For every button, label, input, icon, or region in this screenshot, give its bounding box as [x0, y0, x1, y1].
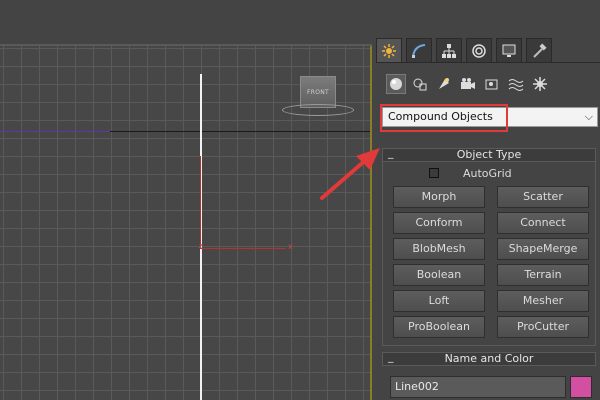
- tabs-baseline: [376, 62, 600, 63]
- cameras-category[interactable]: [458, 74, 478, 94]
- procutter-button[interactable]: ProCutter: [497, 316, 589, 338]
- chevron-down-icon: ⌵: [584, 110, 593, 123]
- modify-curve-icon: [412, 43, 426, 58]
- gizmo-label-x: x: [288, 242, 293, 251]
- autogrid-label: AutoGrid: [463, 167, 512, 180]
- collapse-icon: _: [388, 350, 394, 363]
- command-panel: Compound Objects ⌵ _ Object Type AutoGri…: [372, 30, 600, 400]
- annotation-arrow-icon: [320, 148, 380, 200]
- object-color-swatch[interactable]: [570, 376, 592, 398]
- annotation-highlight-box: [380, 104, 508, 132]
- motion-tab[interactable]: [466, 38, 492, 62]
- front-viewport[interactable]: z x FRONT: [0, 46, 372, 400]
- mesher-button[interactable]: Mesher: [497, 290, 589, 312]
- name-and-color-title: Name and Color: [444, 352, 534, 365]
- hierarchy-icon: [442, 43, 456, 58]
- gizmo-horizontal-line: [200, 248, 286, 249]
- motion-icon: [472, 43, 486, 58]
- proboolean-button[interactable]: ProBoolean: [393, 316, 485, 338]
- viewcube-ring[interactable]: [282, 104, 354, 116]
- geometry-sphere-icon: [390, 78, 402, 90]
- loft-button[interactable]: Loft: [393, 290, 485, 312]
- display-icon: [502, 44, 516, 57]
- object-type-rollout-header[interactable]: _ Object Type: [382, 146, 596, 162]
- utilities-tab[interactable]: [526, 38, 552, 62]
- space-warps-category[interactable]: [506, 74, 526, 94]
- lights-category[interactable]: [434, 74, 454, 94]
- systems-icon: [533, 77, 547, 91]
- autogrid-checkbox[interactable]: [429, 168, 439, 178]
- gizmo-vertical-line: [200, 156, 201, 248]
- terrain-button[interactable]: Terrain: [497, 264, 589, 286]
- cameras-icon: [461, 78, 475, 89]
- space-warps-icon: [508, 79, 524, 91]
- collapse-icon: _: [388, 146, 394, 159]
- helpers-category[interactable]: [482, 74, 502, 94]
- object-name-field[interactable]: Line002: [390, 376, 566, 398]
- morph-button[interactable]: Morph: [393, 186, 485, 208]
- lights-icon: [439, 78, 449, 89]
- geometry-category[interactable]: [386, 74, 406, 94]
- gizmo-label-z: z: [199, 242, 203, 250]
- object-type-title: Object Type: [456, 148, 522, 161]
- boolean-button[interactable]: Boolean: [393, 264, 485, 286]
- create-sun-icon: [382, 43, 396, 58]
- create-tab[interactable]: [376, 38, 402, 62]
- blobmesh-button[interactable]: BlobMesh: [393, 238, 485, 260]
- scatter-button[interactable]: Scatter: [497, 186, 589, 208]
- modify-tab[interactable]: [406, 38, 432, 62]
- shapemerge-button[interactable]: ShapeMerge: [497, 238, 589, 260]
- helpers-icon: [485, 79, 498, 90]
- conform-button[interactable]: Conform: [393, 212, 485, 234]
- name-and-color-rollout-header[interactable]: _ Name and Color: [382, 350, 596, 366]
- viewcube-label: FRONT: [307, 89, 329, 96]
- display-tab[interactable]: [496, 38, 522, 62]
- connect-button[interactable]: Connect: [497, 212, 589, 234]
- shapes-category[interactable]: [410, 74, 430, 94]
- grid-axis-highlight: [0, 131, 110, 132]
- shapes-icon: [413, 78, 427, 91]
- hierarchy-tab[interactable]: [436, 38, 462, 62]
- systems-category[interactable]: [530, 74, 550, 94]
- object-type-rollout: AutoGrid Morph Scatter Conform Connect B…: [382, 162, 596, 346]
- utilities-hammer-icon: [533, 42, 547, 58]
